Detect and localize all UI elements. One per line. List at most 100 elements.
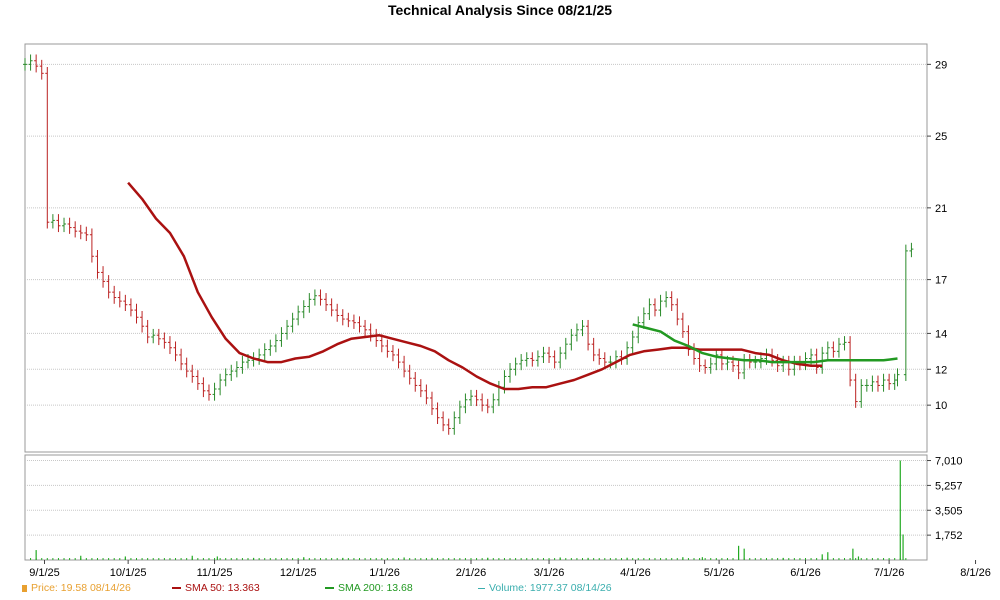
price-bar: [675, 298, 680, 326]
price-bar: [156, 328, 161, 346]
price-bar: [23, 58, 27, 71]
price-bar: [413, 371, 418, 392]
price-tick-label: 17: [935, 275, 947, 287]
price-tick-label: 14: [935, 328, 947, 340]
price-bar: [708, 357, 713, 374]
price-bar: [552, 350, 557, 369]
price-bar: [435, 402, 440, 424]
price-bar: [45, 67, 50, 229]
price-bar: [229, 364, 234, 381]
price-bar: [101, 266, 106, 288]
price-bar: [67, 217, 72, 234]
sma200-line: [632, 323, 898, 364]
legend-price-label: Price: 19.58 08/14/26: [31, 582, 131, 594]
price-bar: [385, 339, 390, 358]
price-bar: [145, 319, 150, 344]
price-bar: [719, 348, 724, 371]
price-bar: [307, 293, 312, 313]
price-bar: [895, 368, 900, 387]
legend-item-sma50: SMA 50: 13.363: [172, 582, 260, 594]
price-bar: [368, 323, 373, 342]
price-bars: [23, 54, 914, 435]
price-panel-frame: [24, 43, 928, 453]
price-bar: [881, 373, 886, 392]
x-tick-label: 7/1/26: [874, 567, 905, 579]
price-bar: [630, 330, 635, 355]
price-bar: [574, 323, 579, 342]
price-bar: [106, 275, 111, 299]
price-bar: [887, 373, 892, 390]
price-bar: [474, 389, 479, 407]
price-bar: [586, 319, 591, 351]
price-bar: [703, 359, 708, 374]
price-bar: [669, 291, 674, 311]
price-bar: [513, 357, 518, 376]
price-bar: [167, 336, 172, 355]
price-bar: [340, 309, 345, 326]
volume-tick-label: 7,010: [935, 456, 963, 468]
price-bar: [825, 341, 830, 360]
volume-tick-label: 3,505: [935, 505, 963, 517]
x-tick-label: 11/1/25: [197, 567, 233, 579]
price-bar: [84, 226, 89, 242]
x-tick-label: 4/1/26: [620, 567, 651, 579]
price-bar: [50, 214, 55, 229]
price-bar: [597, 348, 602, 365]
price-bar: [658, 294, 663, 317]
volume-tick-label: 5,257: [935, 480, 963, 492]
price-bar: [441, 411, 446, 432]
price-bar: [652, 298, 657, 317]
x-tick-label: 10/1/25: [110, 567, 147, 579]
price-bar: [836, 337, 841, 358]
price-bar: [485, 398, 490, 414]
price-bar: [240, 355, 245, 374]
price-bar: [195, 370, 200, 390]
price-bar: [206, 384, 211, 401]
legend-volume-label: Volume: 1977.37 08/14/26: [489, 582, 612, 594]
price-bar: [212, 382, 217, 401]
price-bar: [452, 411, 457, 435]
price-bar: [530, 352, 535, 367]
price-tick-label: 12: [935, 364, 947, 376]
x-tick-label: 1/1/26: [369, 567, 400, 579]
price-bar: [714, 348, 719, 371]
price-bar: [853, 373, 858, 408]
price-bar: [402, 355, 407, 378]
price-bar: [285, 319, 290, 340]
price-bar: [78, 224, 83, 240]
legend-item-price: Price: 19.58 08/14/26: [22, 582, 131, 594]
price-bar: [680, 312, 685, 338]
price-bar: [268, 339, 273, 356]
price-bar: [128, 298, 133, 317]
price-bar: [346, 312, 351, 328]
price-bar: [480, 393, 485, 412]
legend-sma200-label: SMA 200: 13.68: [338, 582, 413, 594]
price-bar: [112, 285, 117, 304]
price-bar: [218, 373, 223, 396]
price-bar: [864, 379, 869, 392]
price-tick-label: 25: [935, 131, 947, 143]
price-bar: [117, 291, 122, 308]
price-bar: [318, 289, 323, 306]
x-tick-label: 6/1/26: [790, 567, 821, 579]
price-bar: [859, 379, 864, 408]
price-bar: [173, 341, 178, 362]
price-bar: [73, 221, 78, 238]
price-bar: [396, 348, 401, 369]
price-bar: [39, 59, 44, 80]
price-bar: [569, 328, 574, 351]
price-bar: [140, 310, 145, 333]
price-bar: [463, 393, 468, 414]
price-bar: [686, 325, 691, 356]
price-bar: [335, 303, 340, 322]
x-tick-label: 2/1/26: [456, 567, 487, 579]
price-bar: [374, 328, 379, 347]
volume-tick-label: 1,752: [935, 530, 963, 542]
x-tick-label: 8/1/26: [960, 567, 991, 579]
price-bar: [625, 341, 630, 365]
price-bar: [831, 341, 836, 358]
sma200-swatch-icon: [325, 587, 334, 590]
price-bar: [390, 345, 395, 362]
price-bar: [424, 384, 429, 405]
technical-analysis-chart: 10 12 14 17 21 25 29 1,752 3,505 5,257 7,010 9/1/25…: [23, 43, 991, 579]
